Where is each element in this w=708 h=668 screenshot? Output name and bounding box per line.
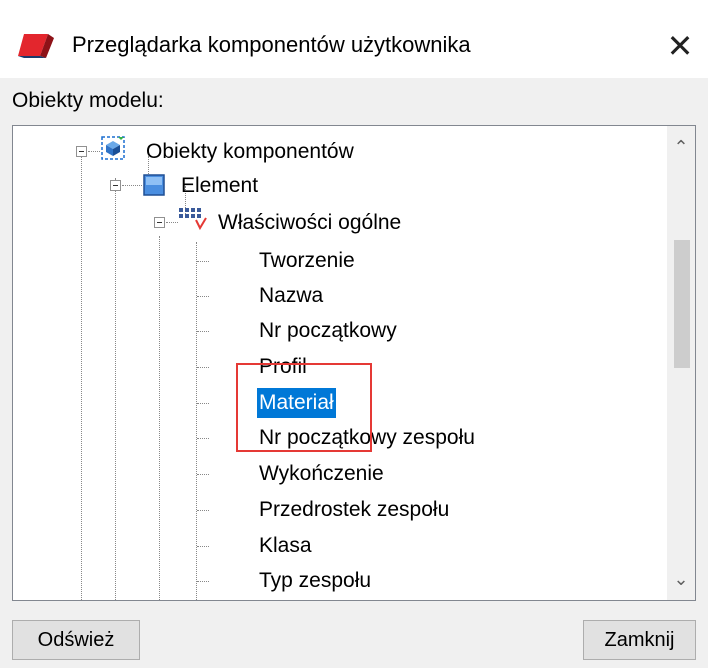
tree-area: Obiekty komponentów Element Właściwości	[13, 126, 667, 600]
tree-item-label: Nr początkowy	[259, 319, 397, 342]
vertical-scrollbar[interactable]: ⌃ ⌄	[667, 126, 695, 600]
close-window-button[interactable]: ✕	[660, 26, 700, 66]
close-button[interactable]: Zamknij	[583, 620, 696, 660]
components-icon	[101, 136, 125, 160]
tree-item[interactable]: Wykończenie	[257, 456, 386, 492]
tree-item[interactable]: Nazwa	[257, 278, 325, 314]
tree-node-element[interactable]: Element	[179, 168, 260, 204]
tree-item-label: Nazwa	[259, 284, 324, 307]
refresh-button[interactable]: Odśwież	[12, 620, 140, 660]
tree-node-label: Obiekty komponentów	[146, 140, 354, 163]
tree-guide-line	[115, 178, 116, 600]
tree-connector	[197, 296, 209, 297]
tree-item[interactable]: Nr początkowy	[257, 313, 399, 349]
tree-guide-line	[81, 146, 82, 600]
tree-item-label: Materiał	[257, 388, 336, 418]
tree-item[interactable]: Przedrostek zespołu	[257, 492, 451, 528]
tree-connector	[197, 261, 209, 262]
tree-node-label: Właściwości ogólne	[218, 211, 402, 234]
tree-node-components[interactable]: Obiekty komponentów	[144, 134, 356, 170]
collapse-expander[interactable]	[76, 146, 87, 157]
element-icon	[143, 174, 165, 196]
tree-item-label: Typ zespołu	[259, 569, 372, 592]
tree-connector	[166, 222, 178, 223]
scroll-thumb[interactable]	[674, 240, 690, 368]
tree-connector	[197, 581, 209, 582]
tree-item-label: Tworzenie	[259, 249, 355, 272]
tree-connector	[88, 151, 100, 152]
collapse-expander[interactable]	[154, 217, 165, 228]
tree-item-label: Przedrostek zespołu	[259, 498, 450, 521]
tree-connector	[197, 546, 209, 547]
chevron-down-icon: ⌄	[673, 568, 689, 590]
tree-connector	[197, 331, 209, 332]
collapse-expander[interactable]	[110, 180, 121, 191]
tree-guide-line	[159, 236, 160, 600]
tree-item-label: Profil	[259, 355, 307, 378]
app-icon	[18, 34, 54, 58]
tree-item-label: Klasa	[259, 534, 312, 557]
chevron-up-icon: ⌃	[673, 136, 689, 158]
tree-connector	[197, 474, 209, 475]
tree-connector	[197, 367, 209, 368]
tree-item[interactable]: Nr początkowy zespołu	[257, 420, 477, 456]
tree-connector	[122, 185, 142, 186]
tree-item[interactable]: Profil	[257, 349, 309, 385]
close-icon: ✕	[666, 27, 694, 65]
tree-item[interactable]: Klasa	[257, 528, 314, 564]
tree-connector	[197, 510, 209, 511]
tree-item-label: Wykończenie	[259, 462, 384, 485]
scroll-down-button[interactable]: ⌄	[667, 564, 695, 594]
tree-item-label: Nr początkowy zespołu	[259, 426, 475, 449]
title-bar: Przeglądarka komponentów użytkownika ✕	[0, 0, 708, 78]
model-objects-tree[interactable]: Obiekty komponentów Element Właściwości	[12, 125, 696, 601]
scroll-up-button[interactable]: ⌃	[667, 132, 695, 162]
window-title: Przeglądarka komponentów użytkownika	[72, 32, 471, 57]
tree-connector	[197, 403, 209, 404]
tree-item-selected[interactable]: Materiał	[257, 385, 336, 421]
tree-item[interactable]: Tworzenie	[257, 243, 357, 279]
tree-node-general-properties[interactable]: Właściwości ogólne	[216, 205, 403, 241]
tree-item[interactable]: Typ zespołu	[257, 563, 373, 599]
properties-icon	[179, 208, 207, 231]
tree-node-label: Element	[181, 174, 259, 197]
section-label: Obiekty modelu:	[12, 89, 164, 112]
tree-connector	[197, 438, 209, 439]
